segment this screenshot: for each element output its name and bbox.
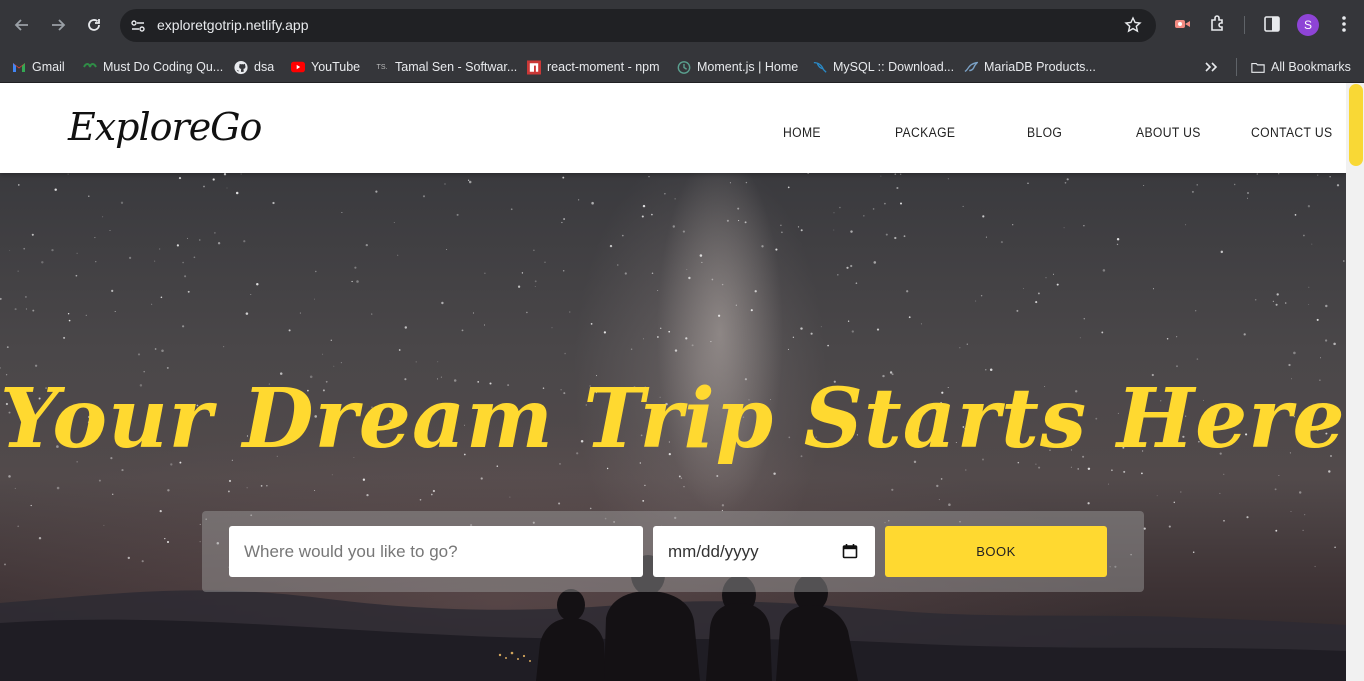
gmail-icon [12,60,26,74]
npm-icon [527,60,541,74]
back-button[interactable] [9,12,35,38]
scrollbar-thumb[interactable] [1349,84,1363,166]
moment-icon [677,60,691,74]
booking-search-panel: mm/dd/yyyy BOOK [202,511,1144,592]
ts-icon: TS. [376,63,388,71]
profile-avatar[interactable]: S [1297,14,1319,36]
destination-input[interactable] [229,526,643,577]
address-bar[interactable]: exploretgotrip.netlify.app [120,9,1156,42]
toolbar-divider [1244,16,1245,34]
gfg-icon [83,60,97,74]
bookmark-gfg[interactable]: Must Do Coding Qu... [83,56,223,78]
nav-about-us[interactable]: ABOUT US [1136,125,1201,140]
hero-headline: Your Dream Trip Starts Here!" [0,371,1346,467]
mysql-icon [813,60,827,74]
arrow-left-icon [14,19,28,31]
bookmark-dsa[interactable]: dsa [234,56,274,78]
bookmarks-bar: Gmail Must Do Coding Qu... dsa YouTube T… [0,50,1364,83]
forward-button[interactable] [45,12,71,38]
youtube-icon [291,60,305,74]
reload-icon [88,19,100,31]
mariadb-icon [964,60,978,74]
extensions-puzzle-icon[interactable] [1208,14,1228,39]
more-menu-icon[interactable] [1334,14,1354,39]
nav-home[interactable]: HOME [783,125,821,140]
hero-section: Your Dream Trip Starts Here!" mm/dd/yyyy… [0,173,1346,681]
bookmark-mysql[interactable]: MySQL :: Download... [813,56,954,78]
date-placeholder: mm/dd/yyyy [668,542,759,561]
bookmarks-divider [1236,58,1237,76]
bookmark-star-icon[interactable] [1124,16,1142,39]
arrow-right-icon [52,19,66,31]
all-bookmarks-button[interactable]: All Bookmarks [1251,56,1351,78]
browser-toolbar: exploretgotrip.netlify.app S [0,0,1364,50]
bookmark-tamal-sen[interactable]: TS. Tamal Sen - Softwar... [375,56,518,78]
bookmark-react-moment[interactable]: react-moment - npm [527,56,660,78]
reload-button[interactable] [81,12,107,38]
nav-blog[interactable]: BLOG [1027,125,1062,140]
site-header: ExploreGo HOME PACKAGE BLOG ABOUT US CON… [0,83,1346,173]
bookmark-youtube[interactable]: YouTube [291,56,360,78]
bookmark-gmail[interactable]: Gmail [12,56,65,78]
github-icon [234,60,248,74]
web-page: ExploreGo HOME PACKAGE BLOG ABOUT US CON… [0,83,1346,681]
nav-contact-us[interactable]: CONTACT US [1251,125,1332,140]
nav-package[interactable]: PACKAGE [895,125,955,140]
side-panel-icon[interactable] [1262,14,1282,39]
travel-date-input[interactable]: mm/dd/yyyy [653,526,875,577]
page-scrollbar[interactable] [1346,83,1364,681]
calendar-icon[interactable] [842,543,858,564]
extension-record-icon[interactable] [1172,14,1192,39]
site-logo[interactable]: ExploreGo [68,105,262,149]
url-text[interactable]: exploretgotrip.netlify.app [157,17,309,33]
bookmark-momentjs[interactable]: Moment.js | Home [677,56,798,78]
book-button[interactable]: BOOK [885,526,1107,577]
bookmarks-overflow-button[interactable] [1204,56,1224,78]
site-settings-icon[interactable] [130,18,146,39]
chevron-double-right-icon [1204,60,1218,74]
bookmark-mariadb[interactable]: MariaDB Products... [964,56,1096,78]
folder-icon [1251,60,1265,74]
